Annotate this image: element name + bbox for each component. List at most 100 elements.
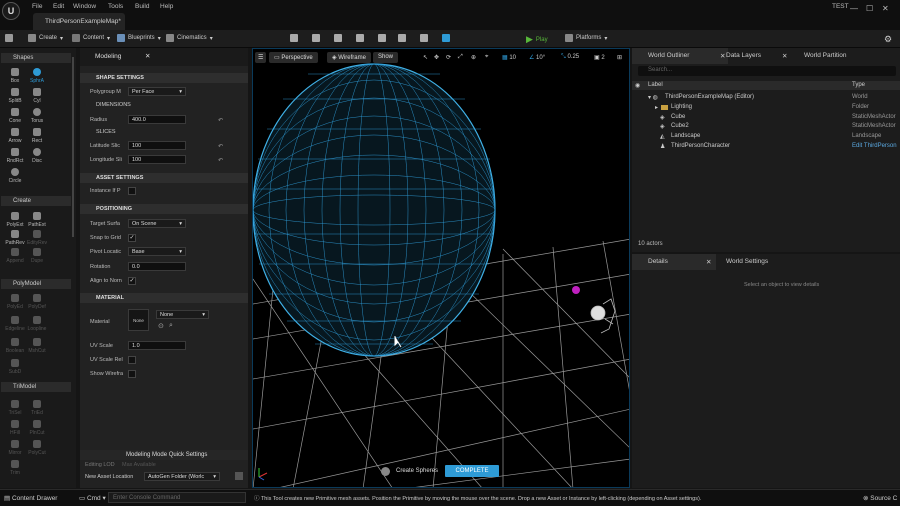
- tab-world-settings[interactable]: World Settings: [710, 254, 800, 270]
- create-button[interactable]: Create ▾: [28, 34, 63, 42]
- tool-subd[interactable]: SubD: [4, 359, 26, 375]
- tool-pathrev[interactable]: PathRev: [4, 230, 26, 246]
- translate-tool-icon[interactable]: ✥: [434, 54, 439, 61]
- perspective-button[interactable]: ▭ Perspective: [269, 52, 318, 63]
- angle-snap-button[interactable]: ∠ 10°: [529, 54, 545, 61]
- close-icon[interactable]: ✕: [145, 52, 150, 60]
- rotation-field[interactable]: 0.0: [128, 262, 186, 271]
- tool-polyext[interactable]: PolyExt: [4, 212, 26, 228]
- tool-arrow[interactable]: Arrow: [4, 128, 26, 144]
- cmd-button[interactable]: ▭ Cmd ▾: [79, 494, 106, 502]
- tool-polyed[interactable]: PolyEd: [4, 294, 26, 310]
- menu-tools[interactable]: Tools: [108, 3, 123, 10]
- scale-tool-icon[interactable]: ⤢: [458, 54, 463, 61]
- platforms-button[interactable]: Platforms ▾: [565, 34, 607, 42]
- console-input[interactable]: Enter Console Command: [108, 492, 246, 503]
- material-select[interactable]: None ▾: [156, 310, 209, 319]
- tool-rounded-rect[interactable]: RndRct: [4, 148, 26, 164]
- viewport-menu-icon[interactable]: ☰: [255, 52, 267, 63]
- tool-edgeline[interactable]: Edgeline: [4, 316, 26, 332]
- show-button[interactable]: Show: [373, 52, 399, 63]
- radius-field[interactable]: 400.0: [128, 115, 186, 124]
- tool-polycut[interactable]: PolyCut: [26, 440, 48, 456]
- reset-latitude-icon[interactable]: ↶: [218, 143, 223, 150]
- outliner-search-input[interactable]: Search...: [638, 66, 896, 76]
- new-asset-location-select[interactable]: AutoGen Folder (Worlc ▾: [144, 472, 220, 481]
- type-column-header[interactable]: Type: [852, 82, 865, 88]
- play-button[interactable]: ▶ Play: [526, 34, 548, 45]
- animation-mode-icon[interactable]: [420, 34, 428, 42]
- tool-tried[interactable]: TriEd: [26, 400, 48, 416]
- edit-blueprint-link[interactable]: Edit ThirdPerson: [852, 143, 897, 149]
- create-section-header[interactable]: Create: [1, 196, 71, 206]
- tool-torus[interactable]: Torus: [26, 108, 48, 124]
- level-viewport[interactable]: ☰ ▭ Perspective ◈ Wireframe Show ↖ ✥ ⟳ ⤢…: [252, 48, 630, 488]
- rotate-tool-icon[interactable]: ⟳: [446, 54, 451, 61]
- positioning-header[interactable]: POSITIONING: [80, 204, 248, 214]
- outliner-row-lighting[interactable]: ▸ Lighting Folder: [632, 104, 900, 113]
- menu-help[interactable]: Help: [160, 3, 173, 10]
- menu-edit[interactable]: Edit: [53, 3, 64, 10]
- minimize-icon[interactable]: —: [850, 4, 858, 13]
- select-mode-icon[interactable]: [290, 34, 298, 42]
- maximize-icon[interactable]: ☐: [866, 4, 873, 13]
- show-wireframe-checkbox[interactable]: [128, 370, 136, 378]
- outliner-row-landscape[interactable]: ◭ Landscape Landscape: [632, 133, 900, 142]
- tool-cone[interactable]: Cone: [4, 108, 26, 124]
- menu-window[interactable]: Window: [73, 3, 96, 10]
- tool-box[interactable]: Box: [4, 68, 26, 84]
- target-surface-select[interactable]: On Scene ▾: [128, 219, 186, 228]
- save-icon[interactable]: [5, 34, 13, 42]
- tool-mshcut[interactable]: MshCut: [26, 338, 48, 354]
- surface-snap-icon[interactable]: ⌖: [485, 54, 488, 61]
- tool-boolean[interactable]: Boolean: [4, 338, 26, 354]
- instance-checkbox[interactable]: [128, 187, 136, 195]
- layout-icon[interactable]: ⊞: [617, 54, 622, 61]
- settings-icon[interactable]: ⚙: [884, 34, 892, 45]
- tool-pathext[interactable]: PathExt: [26, 212, 48, 228]
- tool-edityrev[interactable]: EdityRev: [26, 230, 48, 246]
- tab-data-layers[interactable]: Data Layers ✕: [710, 48, 798, 64]
- content-button[interactable]: Content ▾: [72, 34, 110, 42]
- longitude-slices-field[interactable]: 100: [128, 155, 186, 164]
- modeling-tab[interactable]: Modeling ✕: [80, 48, 248, 66]
- outliner-row-cube2[interactable]: ◈ Cube2 StaticMeshActor: [632, 123, 900, 132]
- visibility-icon[interactable]: ◉: [635, 82, 640, 89]
- material-thumbnail[interactable]: None: [128, 309, 149, 331]
- asset-settings-header[interactable]: ASSET SETTINGS: [80, 173, 248, 183]
- folder-settings-icon[interactable]: [235, 472, 243, 480]
- unreal-logo-icon[interactable]: U: [2, 2, 20, 20]
- content-drawer-button[interactable]: ▤ Content Drawer: [4, 494, 57, 502]
- menu-build[interactable]: Build: [135, 3, 149, 10]
- tab-details[interactable]: Details ✕: [632, 254, 716, 270]
- complete-button[interactable]: COMPLETE: [445, 465, 499, 477]
- uv-scale-relative-checkbox[interactable]: [128, 356, 136, 364]
- tool-cylinder[interactable]: Cyl: [26, 88, 48, 104]
- browse-icon[interactable]: ⊙: [158, 322, 164, 330]
- tool-loopline[interactable]: Loopline: [26, 316, 48, 332]
- mesh-paint-icon[interactable]: [356, 34, 364, 42]
- world-space-icon[interactable]: ⊕: [471, 54, 476, 61]
- polygroup-select[interactable]: Per Face ▾: [128, 87, 186, 96]
- outliner-row-world[interactable]: ▾ ◍ ThirdPersonExampleMap (Editor) World: [632, 94, 900, 103]
- outliner-row-character[interactable]: ♟ ThirdPersonCharacter Edit ThirdPerson: [632, 143, 900, 152]
- landscape-mode-icon[interactable]: [312, 34, 320, 42]
- cinematics-button[interactable]: Cinematics ▾: [166, 34, 213, 42]
- material-header[interactable]: MATERIAL: [80, 293, 248, 303]
- dimensions-header[interactable]: DIMENSIONS: [80, 101, 248, 110]
- tab-world-partition[interactable]: World Partition: [788, 48, 900, 64]
- brush-edit-icon[interactable]: [398, 34, 406, 42]
- reset-radius-icon[interactable]: ↶: [218, 117, 223, 124]
- tool-polydef[interactable]: PolyDef: [26, 294, 48, 310]
- tool-hfill[interactable]: HFill: [4, 420, 26, 436]
- label-column-header[interactable]: Label: [648, 82, 663, 88]
- palette-scrollbar[interactable]: [72, 57, 74, 237]
- tool-append[interactable]: Append: [4, 248, 26, 264]
- search-icon[interactable]: ⌕: [169, 322, 173, 330]
- shape-settings-header[interactable]: SHAPE SETTINGS: [80, 73, 248, 83]
- align-to-normal-checkbox[interactable]: ✓: [128, 277, 136, 285]
- tool-circle[interactable]: Circle: [4, 168, 26, 184]
- quick-settings-header[interactable]: Modeling Mode Quick Settings: [80, 450, 248, 460]
- close-icon[interactable]: ✕: [882, 4, 889, 13]
- outliner-row-cube[interactable]: ◈ Cube StaticMeshActor: [632, 114, 900, 123]
